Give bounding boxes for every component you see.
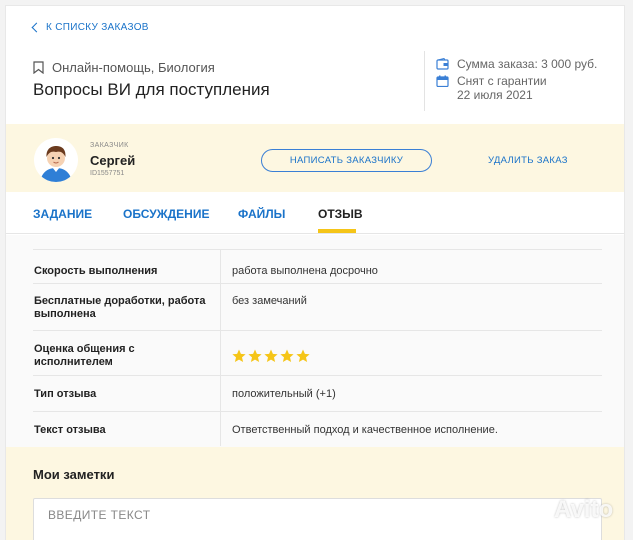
order-status: Снят с гарантии 22 июля 2021	[436, 74, 547, 102]
back-link-label: К СПИСКУ ЗАКАЗОВ	[46, 22, 149, 33]
review-label: Бесплатные доработки, работа выполнена	[34, 295, 206, 320]
row-separator	[220, 250, 221, 283]
review-value: работа выполнена досрочно	[232, 265, 378, 277]
star-icon	[248, 349, 262, 362]
notes-title: Мои заметки	[33, 467, 115, 482]
chevron-left-icon	[31, 22, 42, 33]
notes-panel: Мои заметки	[6, 447, 624, 540]
order-sum-text: Сумма заказа: 3 000 руб.	[457, 57, 598, 71]
star-icon	[264, 349, 278, 362]
back-to-orders-link[interactable]: К СПИСКУ ЗАКАЗОВ	[31, 22, 149, 33]
rating-stars	[232, 349, 310, 363]
order-tabs: ЗАДАНИЕ ОБСУЖДЕНИЕ ФАЙЛЫ ОТЗЫВ	[6, 192, 624, 234]
star-icon	[280, 349, 294, 362]
customer-avatar-icon	[34, 138, 78, 182]
customer-caption: ЗАКАЗЧИК	[90, 142, 129, 149]
page-title: Вопросы ВИ для поступления	[33, 80, 270, 99]
tab-discussion[interactable]: ОБСУЖДЕНИЕ	[123, 207, 209, 221]
order-category: Онлайн-помощь, Биология	[33, 60, 215, 75]
review-value: Ответственный подход и качественное испо…	[232, 424, 498, 436]
wallet-icon	[436, 58, 449, 70]
review-row-type: Тип отзыва положительный (+1)	[33, 376, 602, 412]
avito-logo-icon	[523, 500, 544, 520]
write-customer-button[interactable]: НАПИСАТЬ ЗАКАЗЧИКУ	[261, 149, 432, 172]
customer-name[interactable]: Сергей	[90, 153, 135, 168]
delete-order-button[interactable]: УДАЛИТЬ ЗАКАЗ	[488, 155, 568, 166]
review-row-speed: Скорость выполнения работа выполнена дос…	[33, 249, 602, 284]
review-table: Скорость выполнения работа выполнена дос…	[6, 235, 624, 447]
star-icon	[232, 349, 246, 362]
customer-panel: ЗАКАЗЧИК Сергей ID1557751 НАПИСАТЬ ЗАКАЗ…	[6, 124, 624, 192]
watermark-text: Avito	[554, 496, 614, 523]
avito-watermark: Avito	[520, 496, 613, 524]
row-separator	[220, 376, 221, 411]
notes-input[interactable]	[33, 498, 602, 540]
avatar[interactable]	[34, 138, 78, 182]
row-separator	[220, 331, 221, 375]
header-divider	[424, 51, 425, 111]
row-separator	[220, 284, 221, 330]
order-page: К СПИСКУ ЗАКАЗОВ Онлайн-помощь, Биология…	[5, 5, 625, 540]
order-sum: Сумма заказа: 3 000 руб.	[436, 57, 597, 71]
category-text: Онлайн-помощь, Биология	[52, 60, 215, 75]
review-value: положительный (+1)	[232, 388, 336, 400]
row-separator	[220, 412, 221, 446]
status-text: Снят с гарантии	[457, 74, 547, 88]
review-label: Текст отзыва	[34, 424, 106, 436]
review-label: Скорость выполнения	[34, 265, 158, 277]
review-row-communication: Оценка общения с исполнителем	[33, 331, 602, 376]
tab-review[interactable]: ОТЗЫВ	[318, 207, 363, 221]
status-date: 22 июля 2021	[457, 88, 533, 102]
active-tab-indicator	[318, 229, 356, 233]
bookmark-icon[interactable]	[33, 61, 44, 74]
customer-id: ID1557751	[90, 170, 125, 177]
review-row-revisions: Бесплатные доработки, работа выполнена б…	[33, 284, 602, 331]
review-value: без замечаний	[232, 295, 307, 307]
star-icon	[296, 349, 310, 362]
calendar-icon	[436, 75, 449, 87]
tab-files[interactable]: ФАЙЛЫ	[238, 207, 285, 221]
review-row-text: Текст отзыва Ответственный подход и каче…	[33, 412, 602, 446]
review-label: Оценка общения с исполнителем	[34, 343, 135, 368]
review-label: Тип отзыва	[34, 388, 97, 400]
tab-task[interactable]: ЗАДАНИЕ	[33, 207, 92, 221]
